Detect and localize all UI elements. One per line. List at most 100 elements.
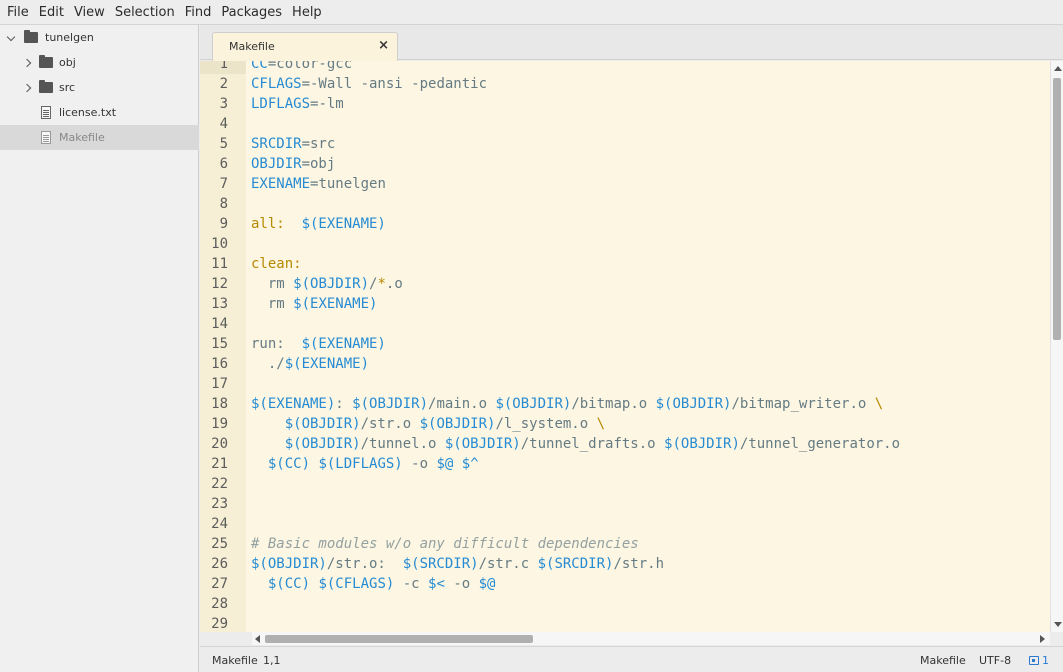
menu-file[interactable]: File [2, 0, 34, 25]
code-token: -o [402, 456, 437, 472]
scroll-left-arrow-icon[interactable] [255, 635, 260, 643]
code-line[interactable]: $(CC) $(CFLAGS) -c $< -o $@ [251, 574, 496, 594]
tree-item-license[interactable]: license.txt [0, 100, 199, 125]
line-number: 20 [211, 436, 228, 452]
code-token: $(EXENAME) [293, 296, 378, 312]
code-token: =color-gcc [267, 61, 353, 72]
code-token: LDFLAGS [251, 96, 311, 112]
code-token: : [335, 396, 353, 412]
code-line[interactable]: EXENAME=tunelgen [251, 174, 386, 194]
tree-item-label: tunelgen [45, 31, 94, 44]
chevron-right-icon[interactable] [24, 58, 34, 68]
code-line[interactable]: run: $(EXENAME) [251, 334, 386, 354]
file-text-icon [41, 106, 51, 119]
line-number: 11 [211, 256, 228, 272]
code-line[interactable]: rm $(OBJDIR)/*.o [251, 274, 403, 294]
menu-view[interactable]: View [69, 0, 110, 25]
scroll-down-arrow-icon[interactable] [1054, 622, 1062, 627]
package-icon [1029, 656, 1039, 665]
menu-help[interactable]: Help [287, 0, 327, 25]
close-icon[interactable]: × [378, 38, 389, 53]
code-token: * [377, 276, 386, 292]
file-text-icon [41, 131, 51, 144]
code-line[interactable]: $(OBJDIR)/tunnel.o $(OBJDIR)/tunnel_draf… [251, 434, 900, 454]
line-number: 26 [211, 556, 228, 572]
status-bar: Makefile 1,1 Makefile UTF-8 1 [200, 646, 1063, 672]
code-line[interactable]: rm $(EXENAME) [251, 294, 378, 314]
code-line[interactable]: $(OBJDIR)/str.o: $(SRCDIR)/str.c $(SRCDI… [251, 554, 664, 574]
horizontal-scrollbar[interactable] [252, 632, 1050, 645]
code-line[interactable]: $(CC) $(LDFLAGS) -o $@ $^ [251, 454, 479, 474]
code-token: /tunnel_drafts.o [520, 436, 665, 452]
line-number: 21 [211, 456, 228, 472]
code-line[interactable]: OBJDIR=obj [251, 154, 335, 174]
tree-item-label: Makefile [59, 131, 105, 144]
code-token: $(LDFLAGS) [318, 456, 403, 472]
menu-packages[interactable]: Packages [216, 0, 287, 25]
chevron-right-icon[interactable] [24, 83, 34, 93]
line-number: 14 [211, 316, 228, 332]
code-token: /str.o [360, 416, 420, 432]
status-cursor-position[interactable]: 1,1 [263, 654, 281, 667]
vertical-scrollbar[interactable] [1050, 61, 1063, 632]
line-number: 15 [211, 336, 228, 352]
code-line[interactable]: LDFLAGS=-lm [251, 94, 344, 114]
line-number: 3 [219, 96, 228, 112]
code-token: CC [251, 61, 268, 72]
status-encoding[interactable]: UTF-8 [979, 654, 1011, 667]
code-token: $(CFLAGS) [318, 576, 395, 592]
code-line[interactable]: clean: [251, 254, 302, 274]
line-number: 2 [219, 76, 228, 92]
status-package-updates[interactable]: 1 [1029, 654, 1049, 667]
menu-selection[interactable]: Selection [110, 0, 180, 25]
tree-item-src[interactable]: src [0, 75, 199, 100]
menu-edit[interactable]: Edit [34, 0, 69, 25]
line-number: 12 [211, 276, 228, 292]
tab-bar: Makefile × [200, 25, 1063, 61]
horizontal-scroll-thumb[interactable] [265, 635, 533, 643]
code-token: OBJDIR [251, 156, 302, 172]
folder-icon [24, 30, 38, 43]
code-line[interactable]: # Basic modules w/o any difficult depend… [251, 534, 639, 554]
line-number: 28 [211, 596, 228, 612]
code-line[interactable]: SRCDIR=src [251, 134, 335, 154]
code-token: /main.o [428, 396, 496, 412]
tab-makefile[interactable]: Makefile × [212, 32, 398, 61]
folder-icon [39, 55, 53, 68]
scroll-right-arrow-icon[interactable] [1040, 635, 1045, 643]
code-token: # Basic modules w/o any difficult depend… [251, 536, 639, 552]
code-editor[interactable]: 1 2 3 4 5 6 7 8 9 10 11 12 13 14 15 16 17 18 19 20 21 22 23 24 2… [200, 61, 1063, 632]
menu-find[interactable]: Find [180, 0, 217, 25]
line-number: 19 [211, 416, 228, 432]
status-grammar[interactable]: Makefile [920, 654, 966, 667]
status-file-path[interactable]: Makefile [212, 654, 258, 667]
code-line[interactable]: $(EXENAME): $(OBJDIR)/main.o $(OBJDIR)/b… [251, 394, 883, 414]
code-token: $(EXENAME) [284, 356, 370, 372]
chevron-down-icon[interactable] [7, 33, 17, 43]
tab-title: Makefile [229, 40, 275, 53]
code-line[interactable]: CC=color-gcc [251, 61, 352, 74]
tree-root-folder[interactable]: tunelgen [0, 25, 199, 50]
line-number: 6 [219, 156, 228, 172]
line-number: 9 [219, 216, 228, 232]
code-line[interactable]: CFLAGS=-Wall -ansi -pedantic [251, 74, 487, 94]
tree-item-obj[interactable]: obj [0, 50, 199, 75]
line-number: 17 [211, 376, 228, 392]
code-token: =-lm [310, 96, 344, 112]
code-token: CFLAGS [251, 76, 302, 92]
line-number: 22 [211, 476, 228, 492]
code-token: /bitmap_writer.o [731, 396, 875, 412]
vertical-scroll-thumb[interactable] [1053, 78, 1061, 340]
code-token: -o [444, 576, 479, 592]
code-token: $(OBJDIR) [655, 396, 732, 412]
code-line[interactable]: $(OBJDIR)/str.o $(OBJDIR)/l_system.o \ [251, 414, 605, 434]
scroll-up-arrow-icon[interactable] [1054, 66, 1062, 71]
code-token: =obj [301, 156, 336, 172]
code-line[interactable]: ./$(EXENAME) [251, 354, 369, 374]
code-line[interactable]: all: $(EXENAME) [251, 214, 386, 234]
tree-item-makefile[interactable]: Makefile [0, 125, 199, 150]
